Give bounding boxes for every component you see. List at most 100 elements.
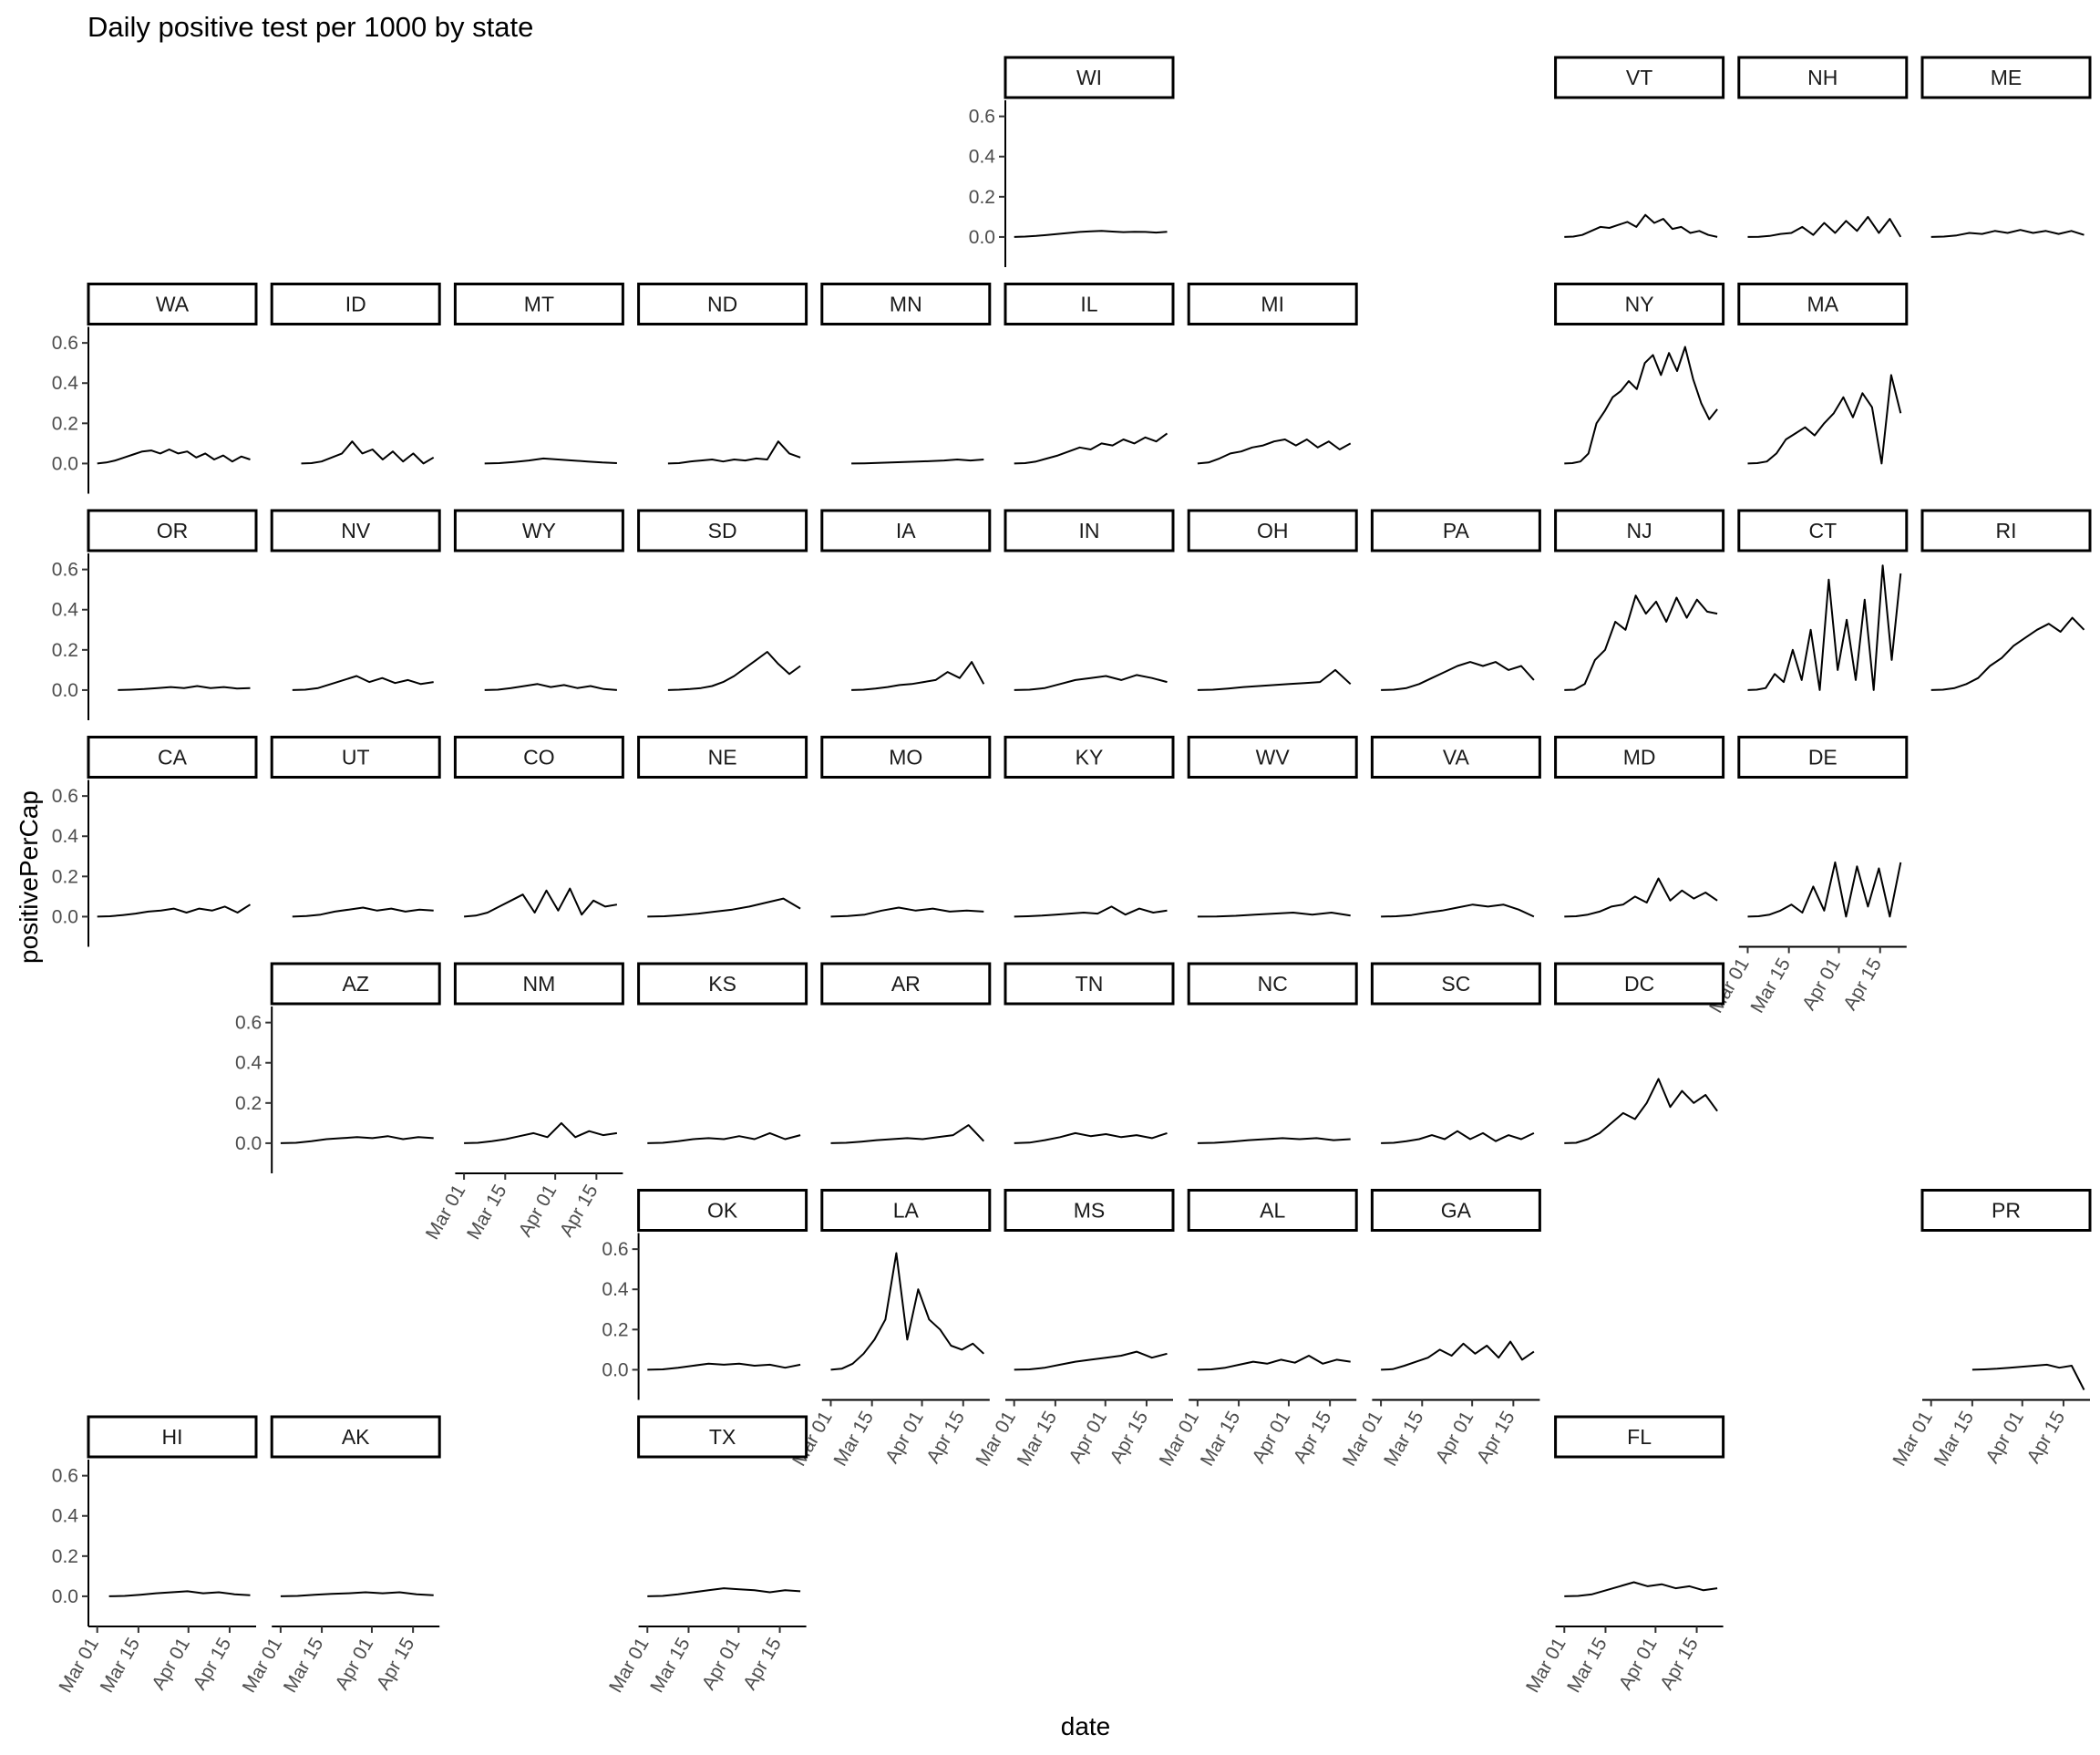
y-tick-label: 0.4 <box>235 1053 262 1074</box>
series-line-sd <box>667 651 801 691</box>
series-line-la <box>830 1252 984 1371</box>
x-tick-label: Apr 15 <box>922 1408 969 1467</box>
x-tick-label: Mar 15 <box>280 1634 328 1696</box>
x-tick-label: Mar 15 <box>646 1634 695 1696</box>
x-tick-label: Mar 15 <box>463 1181 511 1243</box>
facet-panel-pa: PA <box>1370 509 1541 691</box>
series-line-wy <box>484 683 617 691</box>
series-line-ar <box>830 1124 985 1144</box>
facet-strip-label: NY <box>1625 293 1654 316</box>
facet-strip-label: AL <box>1260 1199 1285 1223</box>
facet-panel-ct: CT <box>1737 509 1909 691</box>
facet-strip-label: ME <box>1991 66 2023 89</box>
x-tick-label: Mar 01 <box>1339 1408 1387 1470</box>
series-line-wv <box>1197 912 1351 918</box>
x-tick-label: Mar 15 <box>1563 1634 1611 1696</box>
series-line-dc <box>1564 1078 1718 1144</box>
x-tick-label: Mar 15 <box>1380 1408 1428 1470</box>
x-tick-label: Apr 15 <box>1106 1408 1152 1467</box>
facet-panel-md: MD <box>1554 736 1725 918</box>
series-line-wi <box>1014 230 1168 238</box>
facet-strip-label: NE <box>708 746 737 769</box>
facet-strip-label: NJ <box>1627 519 1652 542</box>
facet-strip-label: ND <box>707 293 737 316</box>
series-line-mi <box>1197 439 1352 465</box>
facet-panel-ca: CA 0.0 0.2 0.4 0.6 <box>52 736 258 947</box>
y-tick-label: 0.2 <box>52 866 78 887</box>
facet-panel-ak: AK Mar 01Mar 15 Apr 01Apr 15 <box>239 1415 441 1697</box>
x-tick-label: Mar 01 <box>1522 1634 1570 1696</box>
x-tick-label: Mar 01 <box>1156 1408 1204 1470</box>
facet-strip-label: WY <box>522 519 556 542</box>
facet-strip-label: SC <box>1441 972 1470 996</box>
facet-panel-wv: WV <box>1187 736 1358 918</box>
y-tick-label: 0.0 <box>52 906 78 927</box>
facet-panel-id: ID <box>270 283 441 465</box>
facet-strip-label: CA <box>158 746 188 769</box>
series-line-tn <box>1014 1131 1168 1144</box>
facet-strip-label: MD <box>1623 746 1656 769</box>
facet-panel-tn: TN <box>1004 962 1175 1144</box>
x-tick-label: Apr 15 <box>739 1634 786 1693</box>
facet-panel-me: ME <box>1920 56 2092 238</box>
series-line-co <box>464 887 618 918</box>
x-tick-label: Apr 15 <box>1839 955 1886 1014</box>
facet-panel-ut: UT <box>270 736 441 918</box>
facet-panel-nm: NM Mar 01Mar 15 Apr 01Apr 15 <box>422 962 624 1244</box>
facet-strip-label: WA <box>156 293 190 316</box>
facet-panel-nh: NH <box>1737 56 1909 238</box>
facet-strip-label: AZ <box>343 972 369 996</box>
series-line-il <box>1014 432 1168 465</box>
chart-root: Daily positive test per 1000 by state da… <box>0 0 2100 1750</box>
x-tick-label: Apr 01 <box>148 1634 194 1693</box>
facet-panel-sc: SC <box>1370 962 1541 1144</box>
series-line-ut <box>292 906 434 918</box>
facet-strip-label: VT <box>1626 66 1652 89</box>
facet-strip-label: OH <box>1257 519 1289 542</box>
facet-strip-label: IL <box>1080 293 1097 316</box>
facet-panel-il: IL <box>1004 283 1175 465</box>
y-tick-label: 0.0 <box>52 680 78 701</box>
series-line-ma <box>1747 374 1902 465</box>
facet-panel-al: AL Mar 01Mar 15 Apr 01Apr 15 <box>1156 1189 1358 1470</box>
series-line-me <box>1930 229 2085 238</box>
y-tick-label: 0.4 <box>602 1279 629 1300</box>
facet-panel-fl: FL Mar 01Mar 15 Apr 01Apr 15 <box>1522 1415 1725 1697</box>
facet-strip-label: TN <box>1076 972 1104 996</box>
x-tick-label: Apr 01 <box>881 1408 928 1467</box>
facet-strip-label: WV <box>1256 746 1291 769</box>
facet-panel-ia: IA <box>820 509 992 691</box>
series-line-az <box>280 1135 434 1144</box>
x-tick-label: Mar 15 <box>1746 955 1795 1017</box>
y-tick-label: 0.6 <box>969 107 995 128</box>
x-tick-label: Apr 15 <box>556 1181 602 1240</box>
facet-panel-dc: DC <box>1554 962 1725 1144</box>
x-tick-label: Mar 15 <box>1930 1408 1979 1470</box>
facet-panel-ks: KS <box>637 962 808 1144</box>
facet-strip-label: GA <box>1441 1199 1472 1223</box>
y-tick-label: 0.0 <box>235 1133 262 1154</box>
facet-strip-label: TX <box>709 1425 736 1449</box>
series-line-nc <box>1197 1137 1351 1144</box>
facet-panel-ga: GA Mar 01Mar 15 Apr 01Apr 15 <box>1339 1189 1541 1470</box>
facet-strip-label: MO <box>889 746 922 769</box>
facet-panel-ms: MS Mar 01Mar 15 Apr 01Apr 15 <box>972 1189 1175 1470</box>
facet-strip-label: CO <box>523 746 555 769</box>
x-tick-label: Apr 15 <box>2023 1408 2069 1467</box>
facet-strip-label: KS <box>708 972 736 996</box>
x-tick-label: Mar 15 <box>829 1408 878 1470</box>
series-line-de <box>1747 861 1902 918</box>
facet-strip-label: SD <box>708 519 737 542</box>
y-tick-label: 0.4 <box>52 826 79 847</box>
y-tick-label: 0.2 <box>52 640 78 661</box>
series-line-in <box>1014 674 1168 691</box>
facet-panel-la: LAMar 01Mar 15 Apr 01Apr 15 <box>788 1189 992 1470</box>
facet-panel-pr: PR Mar 01Mar 15 Apr 01Apr 15 <box>1889 1189 2092 1470</box>
facet-strip-label: UT <box>342 746 370 769</box>
series-line-wa <box>97 449 251 465</box>
facet-strip-label: PA <box>1443 519 1470 542</box>
facet-strip-label: LA <box>893 1199 920 1223</box>
facet-panel-ma: MA <box>1737 283 1909 465</box>
x-tick-label: Apr 15 <box>1473 1408 1519 1467</box>
series-line-nj <box>1564 594 1718 691</box>
